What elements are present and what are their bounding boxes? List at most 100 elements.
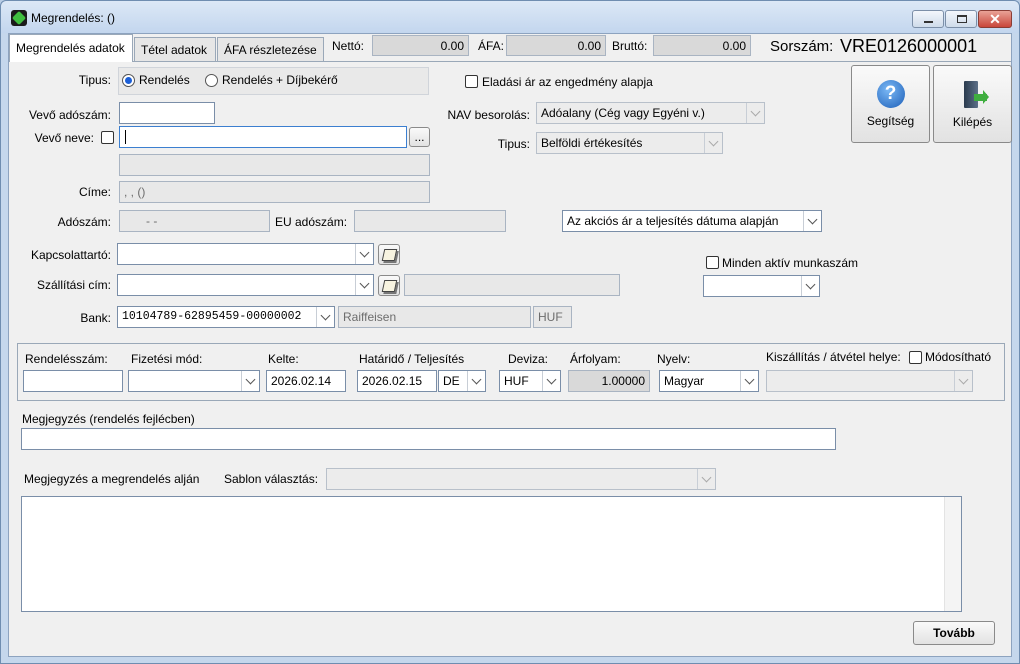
- customer-name-label: Vevő neve:: [34, 131, 94, 145]
- contact-label: Kapcsolattartó:: [30, 248, 111, 262]
- language-select-value: Magyar: [664, 374, 705, 388]
- address-input: , , (): [119, 181, 430, 203]
- exit-door-icon: [958, 80, 989, 110]
- chevron-down-icon: [801, 276, 819, 296]
- customer-name-checkbox[interactable]: [101, 131, 114, 144]
- chevron-down-icon: [542, 371, 560, 391]
- shipping-label: Szállítási cím:: [36, 278, 111, 292]
- currency-select-value: HUF: [504, 374, 529, 388]
- template-select[interactable]: [326, 468, 716, 490]
- footer-note-scrollbar[interactable]: [944, 497, 961, 611]
- bank-select-value: 10104789-62895459-00000002: [122, 310, 302, 323]
- client-area: Megrendelés adatok Tétel adatok ÁFA rész…: [8, 33, 1012, 657]
- tab-vat-details[interactable]: ÁFA részletezése: [217, 37, 324, 61]
- title-bar: Megrendelés: () ✕: [1, 1, 1019, 33]
- chevron-down-icon: [746, 103, 764, 123]
- customer-name2-input: [119, 154, 430, 176]
- language-label: Nyelv:: [657, 352, 691, 366]
- tab-order-data[interactable]: Megrendelés adatok: [9, 34, 133, 62]
- afa-value: 0.00: [506, 35, 606, 56]
- date-input[interactable]: 2026.02.14: [266, 370, 346, 392]
- chevron-down-icon: [467, 371, 485, 391]
- type-radio-order-invoice[interactable]: [205, 74, 218, 87]
- discount-label[interactable]: Eladási ár az engedmény alapja: [482, 75, 653, 89]
- modifiable-checkbox[interactable]: [909, 351, 922, 364]
- minimize-button[interactable]: [912, 10, 944, 28]
- deadline-input[interactable]: 2026.02.15: [357, 370, 437, 392]
- type-radio-order[interactable]: [122, 74, 135, 87]
- payment-label: Fizetési mód:: [131, 352, 203, 366]
- afa-label: ÁFA:: [478, 39, 505, 53]
- brutto-label: Bruttó:: [612, 39, 648, 53]
- type-radio-order-invoice-label[interactable]: Rendelés + Díjbekérő: [222, 73, 338, 87]
- sorszam-value: VRE0126000001: [840, 36, 978, 56]
- date-label: Kelte:: [268, 352, 299, 366]
- maximize-icon: [957, 15, 967, 23]
- type-label: Tipus:: [78, 73, 111, 87]
- all-jobs-label[interactable]: Minden aktív munkaszám: [722, 256, 858, 270]
- currency-label: Deviza:: [508, 352, 549, 366]
- chevron-down-icon: [954, 371, 972, 391]
- customer-tax-label: Vevő adószám:: [28, 108, 111, 122]
- chevron-down-icon: [316, 307, 334, 327]
- bank-currency-input: HUF: [533, 306, 572, 328]
- type2-select[interactable]: Belföldi értékesítés: [536, 132, 723, 154]
- rate-input: 1.00000: [568, 370, 650, 392]
- main-window: Megrendelés: () ✕ Megrendelés adatok Tét…: [0, 0, 1020, 664]
- contact-select[interactable]: [117, 243, 374, 265]
- ampm-select[interactable]: DE: [438, 370, 486, 392]
- nav-select-value: Adóalany (Cég vagy Egyéni v.): [541, 106, 705, 120]
- eu-tax-input: [354, 210, 506, 232]
- help-icon: ?: [876, 80, 905, 108]
- chevron-down-icon: [740, 371, 758, 391]
- bank-select[interactable]: 10104789-62895459-00000002: [117, 306, 335, 328]
- help-button-label: Segítség: [866, 114, 915, 128]
- close-button[interactable]: ✕: [978, 10, 1012, 28]
- footer-note-textarea[interactable]: [21, 496, 962, 612]
- ampm-select-value: DE: [443, 374, 460, 388]
- type2-select-value: Belföldi értékesítés: [541, 136, 643, 150]
- next-button[interactable]: Tovább: [913, 621, 995, 645]
- tab-item-data[interactable]: Tétel adatok: [134, 37, 216, 61]
- discount-checkbox[interactable]: [465, 75, 478, 88]
- type-radio-order-label[interactable]: Rendelés: [139, 73, 190, 87]
- promo-select-value: Az akciós ár a teljesítés dátuma alapján: [567, 214, 779, 228]
- contact-edit-button[interactable]: [378, 244, 400, 265]
- tab-panel-border: [9, 61, 1011, 62]
- template-label: Sablon választás:: [224, 472, 319, 486]
- minimize-icon: [924, 21, 933, 23]
- shipping-edit-button[interactable]: [378, 275, 400, 296]
- shipping-select[interactable]: [117, 274, 374, 296]
- sorszam-label: Sorszám:: [770, 38, 834, 55]
- chevron-down-icon: [355, 244, 373, 264]
- order-number-input[interactable]: [23, 370, 123, 392]
- delivery-select[interactable]: [766, 370, 973, 392]
- modifiable-label[interactable]: Módosítható: [925, 350, 991, 364]
- chevron-down-icon: [355, 275, 373, 295]
- job-select[interactable]: [703, 275, 820, 297]
- payment-select[interactable]: [128, 370, 260, 392]
- maximize-button[interactable]: [945, 10, 977, 28]
- customer-browse-button[interactable]: ...: [409, 127, 430, 147]
- exit-button[interactable]: Kilépés: [933, 65, 1012, 143]
- order-number-label: Rendelésszám:: [25, 352, 108, 366]
- help-button[interactable]: ? Segítség: [851, 65, 930, 143]
- adoszam-input: - -: [119, 210, 270, 232]
- exit-button-label: Kilépés: [952, 114, 993, 129]
- chevron-down-icon: [697, 469, 715, 489]
- rate-label: Árfolyam:: [570, 352, 621, 366]
- customer-name-input[interactable]: [119, 126, 407, 148]
- promo-select[interactable]: Az akciós ár a teljesítés dátuma alapján: [562, 210, 822, 232]
- currency-select[interactable]: HUF: [499, 370, 561, 392]
- close-icon: ✕: [989, 10, 1001, 27]
- header-note-input[interactable]: [21, 428, 836, 450]
- adoszam-label: Adószám:: [57, 215, 111, 229]
- shipping-detail-input: [404, 274, 620, 296]
- header-note-label: Megjegyzés (rendelés fejlécben): [22, 412, 195, 426]
- customer-tax-input[interactable]: [119, 102, 215, 124]
- all-jobs-checkbox[interactable]: [706, 256, 719, 269]
- address-label: Címe:: [78, 185, 111, 199]
- nav-select[interactable]: Adóalany (Cég vagy Egyéni v.): [536, 102, 765, 124]
- language-select[interactable]: Magyar: [659, 370, 759, 392]
- chevron-down-icon: [803, 211, 821, 231]
